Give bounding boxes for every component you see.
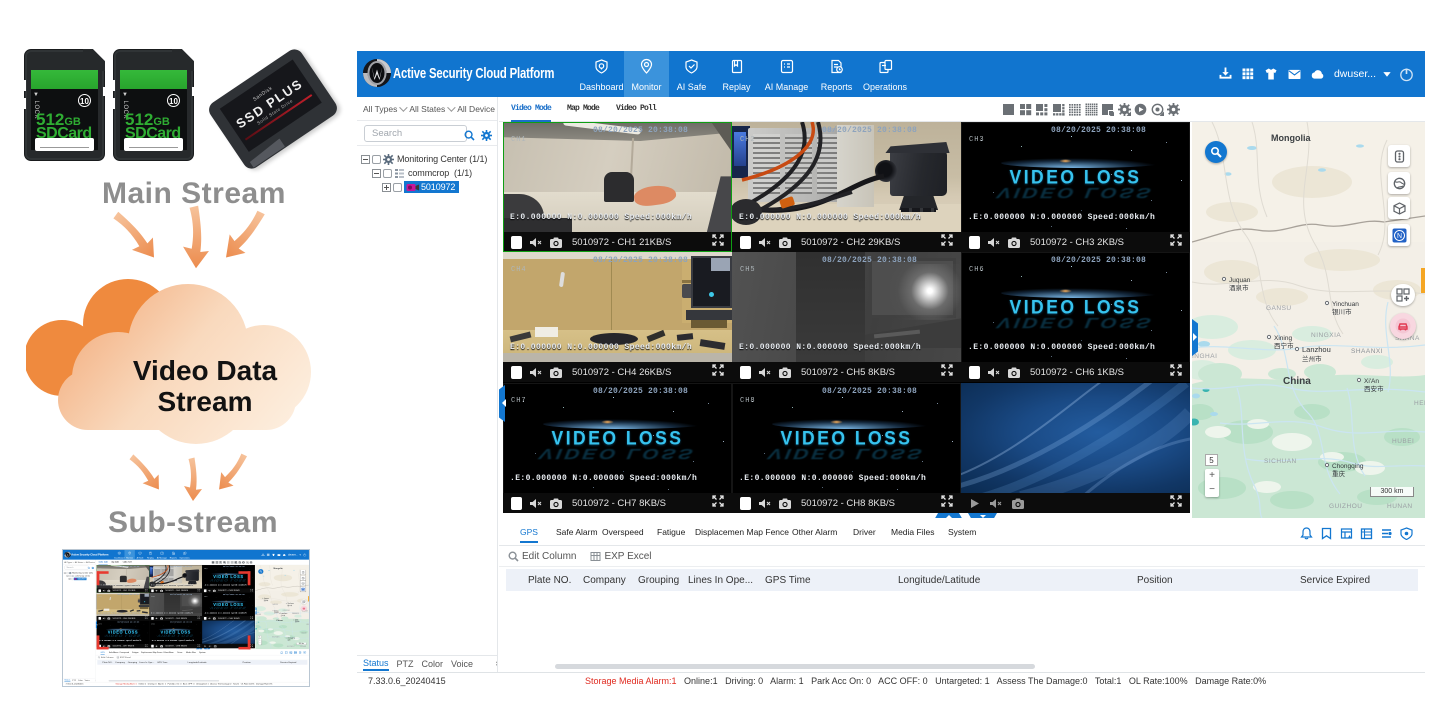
- svg-text:Xining: Xining: [274, 610, 278, 612]
- svg-text:Xi'An: Xi'An: [1364, 378, 1379, 385]
- svg-text:Chongqing: Chongqing: [288, 638, 295, 640]
- svg-text:SICHUAN: SICHUAN: [1264, 458, 1297, 465]
- svg-text:Lanzhou: Lanzhou: [281, 613, 288, 615]
- svg-text:Yinchuan: Yinchuan: [1332, 301, 1359, 308]
- svg-text:INGHAI: INGHAI: [1192, 353, 1217, 360]
- svg-text:银川市: 银川市: [1332, 307, 1352, 316]
- svg-text:酒泉市: 酒泉市: [1229, 283, 1249, 292]
- svg-text:GUIZHOU: GUIZHOU: [1329, 503, 1362, 510]
- svg-text:N: N: [1396, 233, 1401, 240]
- svg-text:Xining: Xining: [1274, 335, 1292, 342]
- svg-text:西安市: 西安市: [1364, 384, 1384, 393]
- svg-text:Juquan: Juquan: [1229, 277, 1251, 284]
- svg-text:重庆: 重庆: [1332, 469, 1346, 478]
- svg-text:HEN: HEN: [306, 624, 309, 626]
- svg-text:China: China: [1283, 376, 1311, 387]
- svg-text:Juquan: Juquan: [264, 598, 269, 600]
- svg-text:China: China: [276, 620, 283, 622]
- svg-text:HUBEI: HUBEI: [1392, 438, 1414, 445]
- svg-text:GUIZHOU: GUIZHOU: [287, 646, 295, 648]
- svg-text:Chongqing: Chongqing: [1332, 463, 1364, 470]
- svg-text:NINGXIA: NINGXIA: [1311, 332, 1341, 339]
- svg-text:GANSU: GANSU: [1266, 305, 1292, 312]
- svg-text:SHAANXI: SHAANXI: [1351, 348, 1383, 355]
- svg-text:Mongolia: Mongolia: [273, 568, 283, 570]
- svg-text:西宁市: 西宁市: [1274, 341, 1294, 350]
- svg-text:Yinchuan: Yinchuan: [288, 603, 294, 605]
- svg-text:N: N: [302, 589, 303, 591]
- svg-text:HUNAN: HUNAN: [1387, 503, 1413, 510]
- svg-text:HUBEI: HUBEI: [301, 632, 307, 634]
- svg-text:Mongolia: Mongolia: [1271, 133, 1311, 143]
- svg-text:兰州市: 兰州市: [1302, 354, 1322, 363]
- svg-text:HEN: HEN: [1414, 400, 1425, 407]
- svg-text:Lanzhou: Lanzhou: [1302, 345, 1331, 354]
